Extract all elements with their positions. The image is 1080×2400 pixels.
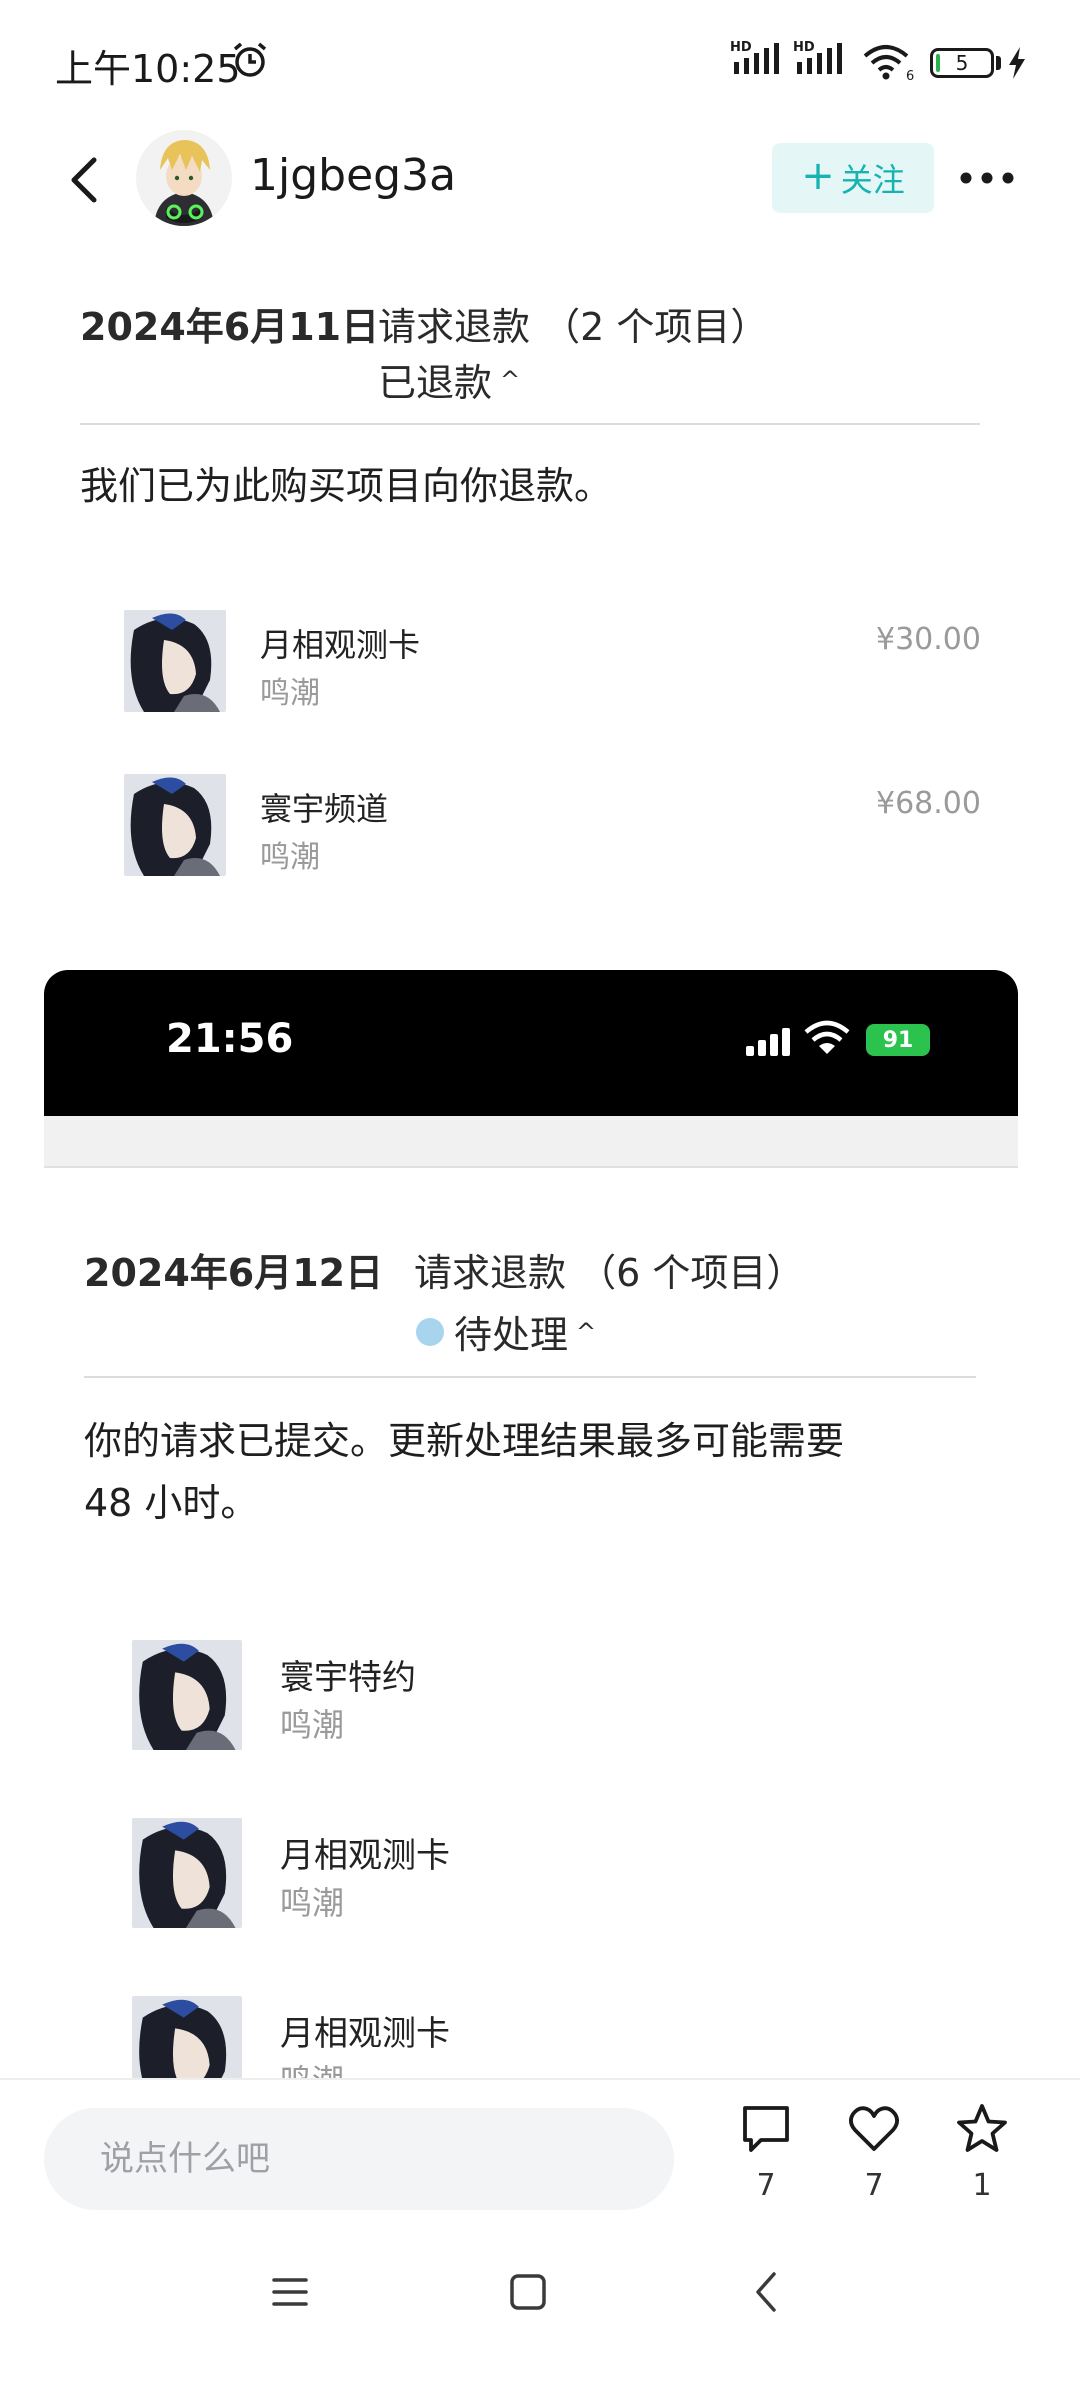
wifi-label: 6 bbox=[906, 69, 914, 82]
refund-date: 2024年6月11日 bbox=[80, 305, 380, 349]
status-bar: 上午10:25 HD HD 6 5 bbox=[0, 0, 1080, 120]
item-game: 鸣潮 bbox=[260, 840, 320, 875]
battery-icon: 5 bbox=[930, 48, 994, 78]
refund-date: 2024年6月12日 bbox=[84, 1251, 384, 1295]
refund-status-toggle[interactable]: 待处理 ^ bbox=[414, 1304, 596, 1359]
plus-icon: + bbox=[801, 153, 835, 199]
signal-bars-icon bbox=[797, 43, 842, 74]
refund-status: 已退款 bbox=[378, 361, 493, 405]
battery-level: 5 bbox=[955, 51, 969, 75]
item-name: 月相观测卡 bbox=[280, 2014, 450, 2054]
follow-label: 关注 bbox=[840, 161, 905, 199]
divider bbox=[80, 423, 980, 425]
comment-icon bbox=[743, 2106, 789, 2152]
comment-input[interactable] bbox=[44, 2108, 674, 2210]
ios-time: 21:56 bbox=[166, 1016, 294, 1062]
item-name: 月相观测卡 bbox=[280, 1836, 450, 1876]
embedded-ios-status-bar: 21:56 91 bbox=[44, 970, 1018, 1116]
follow-button[interactable]: + 关注 bbox=[772, 143, 934, 213]
divider bbox=[84, 1376, 976, 1378]
back-arrow-icon[interactable] bbox=[64, 152, 104, 208]
favorite-button[interactable]: 1 bbox=[942, 2102, 1022, 2203]
username[interactable]: 1jgbeg3a bbox=[250, 150, 456, 201]
item-game: 鸣潮 bbox=[260, 676, 320, 711]
star-count: 1 bbox=[972, 2168, 992, 2203]
item-name: 月相观测卡 bbox=[260, 626, 421, 664]
home-icon[interactable] bbox=[498, 2262, 558, 2322]
embedded-ios-nav-strip bbox=[44, 1116, 1018, 1168]
item-thumbnail bbox=[132, 1640, 242, 1750]
item-thumbnail bbox=[124, 774, 226, 876]
item-thumbnail bbox=[132, 1818, 242, 1928]
alarm-icon bbox=[233, 42, 267, 77]
status-time: 上午10:25 bbox=[55, 47, 241, 91]
item-game: 鸣潮 bbox=[280, 1884, 345, 1922]
cellular-signal-2: HD bbox=[793, 40, 849, 80]
item-name: 寰宇特约 bbox=[280, 1658, 416, 1698]
refund-message-line-2: 48 小时。 bbox=[84, 1481, 259, 1525]
wifi-icon: 6 bbox=[863, 45, 914, 82]
ios-battery-icon: 91 bbox=[866, 1024, 930, 1056]
item-game: 鸣潮 bbox=[280, 1706, 345, 1744]
cellular-signal-1: HD bbox=[730, 40, 786, 80]
item-thumbnail bbox=[124, 610, 226, 712]
ios-battery-level: 91 bbox=[882, 1027, 914, 1053]
refund-message-line-1: 你的请求已提交。更新处理结果最多可能需要 bbox=[84, 1419, 845, 1463]
chevron-up-icon: ^ bbox=[500, 365, 521, 394]
signal-bars-icon bbox=[734, 43, 779, 74]
chevron-up-icon: ^ bbox=[576, 1317, 597, 1346]
back-icon[interactable] bbox=[736, 2262, 796, 2322]
refund-request-title: 请求退款 （6 个项目） bbox=[414, 1251, 805, 1295]
item-thumbnail bbox=[132, 1996, 242, 2078]
heart-icon bbox=[849, 2106, 899, 2151]
battery-tip bbox=[996, 56, 1001, 70]
comment-button[interactable]: 7 bbox=[726, 2102, 806, 2203]
refund-message: 我们已为此购买项目向你退款。 bbox=[80, 464, 613, 508]
refund-status-toggle[interactable]: 已退款 ^ bbox=[378, 352, 520, 407]
item-price: ¥68.00 bbox=[876, 786, 981, 821]
ios-wifi-icon bbox=[804, 1020, 850, 1054]
pending-dot-icon bbox=[416, 1317, 444, 1346]
menu-icon[interactable] bbox=[260, 2262, 320, 2322]
charging-bolt-icon bbox=[1009, 47, 1025, 79]
star-icon bbox=[957, 2104, 1007, 2152]
more-options-icon[interactable] bbox=[958, 165, 1016, 191]
comment-count: 7 bbox=[756, 2168, 776, 2203]
refund-message: 你的请求已提交。更新处理结果最多可能需要 48 小时。 bbox=[84, 1410, 844, 1534]
user-avatar[interactable] bbox=[136, 130, 232, 226]
like-count: 7 bbox=[864, 2168, 884, 2203]
refund-status: 待处理 bbox=[454, 1313, 569, 1357]
like-button[interactable]: 7 bbox=[834, 2102, 914, 2203]
item-price: ¥30.00 bbox=[876, 622, 981, 657]
ios-signal-icon bbox=[746, 1028, 790, 1056]
refund-request-title: 请求退款 （2 个项目） bbox=[378, 305, 769, 349]
item-name: 寰宇频道 bbox=[260, 790, 389, 828]
